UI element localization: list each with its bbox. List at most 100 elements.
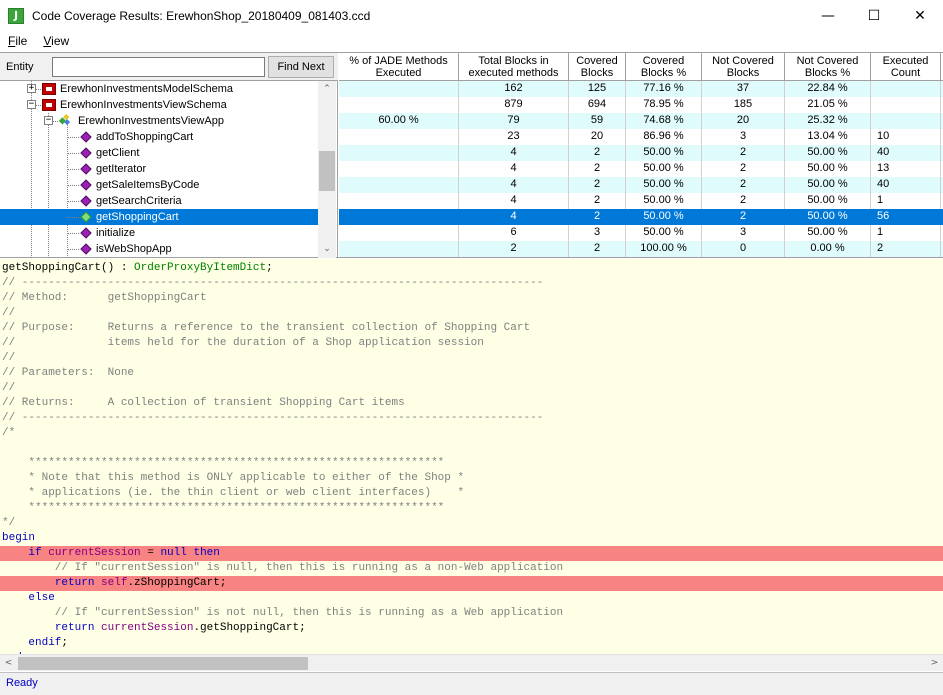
code-token: * applications (ie. the thin client or w…	[2, 487, 465, 499]
method-source-code-pane[interactable]: getShoppingCart() : OrderProxyByItemDict…	[0, 259, 943, 654]
tree-connector	[67, 169, 79, 170]
header-line: Not Covered	[796, 55, 859, 67]
tree-item-method[interactable]: getSaleItemsByCode	[0, 177, 318, 193]
scroll-right-arrow-icon[interactable]: >	[926, 655, 943, 672]
tree-item-label: addToShoppingCart	[96, 131, 194, 143]
grid-row[interactable]: 879 694 78.95 % 185 21.05 %	[339, 97, 943, 113]
expand-icon[interactable]: +	[27, 84, 36, 93]
grid-row[interactable]: 60.00 % 79 59 74.68 % 20 25.32 %	[339, 113, 943, 129]
scroll-down-arrow-icon[interactable]: ⌄	[318, 241, 336, 258]
code-token: .getShoppingCart;	[193, 622, 306, 634]
scrollbar-thumb[interactable]	[18, 657, 308, 670]
menu-view-label: iew	[51, 34, 70, 48]
grid-row[interactable]: 4 2 50.00 % 2 50.00 % 1	[339, 193, 943, 209]
entity-tree[interactable]: + ErewhonInvestmentsModelSchema − Erewho…	[0, 81, 318, 258]
code-line: /*	[0, 426, 943, 441]
code-token: // Returns: A collection of transient Sh…	[2, 397, 405, 409]
grid-cell-covered: 2	[569, 161, 626, 177]
tree-item-label: getSearchCriteria	[96, 195, 182, 207]
find-next-button[interactable]: Find Next	[268, 56, 334, 78]
grid-cell-covered-pct: 100.00 %	[626, 241, 702, 257]
header-line: Blocks %	[804, 67, 851, 79]
tree-vertical-scrollbar[interactable]: ⌃ ⌄	[318, 81, 336, 258]
grid-row[interactable]: 4 2 50.00 % 2 50.00 % 13	[339, 161, 943, 177]
grid-cell-total: 23	[459, 129, 569, 145]
grid-cell-pct-methods	[339, 145, 459, 161]
coverage-grid[interactable]: % of JADE Methods Executed Total Blocks i…	[339, 53, 943, 258]
menu-file[interactable]: File	[0, 34, 35, 48]
grid-cell-pct-methods	[339, 225, 459, 241]
tree-item-method[interactable]: addToShoppingCart	[0, 129, 318, 145]
grid-row[interactable]: 4 2 50.00 % 2 50.00 % 40	[339, 145, 943, 161]
method-icon	[80, 163, 92, 175]
tree-item-method[interactable]: getSearchCriteria	[0, 193, 318, 209]
grid-row-selected[interactable]: 4 2 50.00 % 2 50.00 % 56	[339, 209, 943, 225]
tree-item-erewhon-investments-view-app[interactable]: − ErewhonInvestmentsViewApp	[0, 113, 318, 129]
code-horizontal-scrollbar[interactable]: < >	[0, 654, 943, 671]
grid-row[interactable]: 4 2 50.00 % 2 50.00 % 40	[339, 177, 943, 193]
collapse-icon[interactable]: −	[27, 100, 36, 109]
code-token: currentSession	[48, 547, 141, 559]
grid-cell-not-covered-pct: 13.04 %	[785, 129, 871, 145]
grid-cell-count: 1	[871, 225, 941, 241]
tree-item-erewhon-investments-model-schema[interactable]: + ErewhonInvestmentsModelSchema	[0, 81, 318, 97]
entity-label: Entity	[6, 61, 34, 73]
tree-item-label: getShoppingCart	[96, 211, 179, 223]
scrollbar-thumb[interactable]	[319, 151, 335, 191]
grid-cell-count: 13	[871, 161, 941, 177]
entity-search-input[interactable]	[52, 57, 265, 77]
header-executed-count[interactable]: Executed Count	[871, 53, 941, 81]
grid-row[interactable]: 162 125 77.16 % 37 22.84 %	[339, 81, 943, 97]
scroll-up-arrow-icon[interactable]: ⌃	[318, 81, 336, 98]
tree-item-method[interactable]: getIterator	[0, 161, 318, 177]
tree-item-method[interactable]: isWebShopApp	[0, 241, 318, 257]
header-not-covered-blocks-pct[interactable]: Not Covered Blocks %	[785, 53, 871, 81]
grid-cell-not-covered-pct: 25.32 %	[785, 113, 871, 129]
code-token: else	[28, 592, 55, 604]
grid-row[interactable]: 6 3 50.00 % 3 50.00 % 1	[339, 225, 943, 241]
code-token: .zShoppingCart;	[127, 577, 227, 589]
scroll-left-arrow-icon[interactable]: <	[0, 655, 17, 672]
grid-cell-count	[871, 97, 941, 113]
tree-item-method-selected[interactable]: getShoppingCart	[0, 209, 318, 225]
grid-cell-count: 40	[871, 145, 941, 161]
collapse-icon[interactable]: −	[44, 116, 53, 125]
code-line: // If "currentSession" is not null, then…	[0, 606, 943, 621]
header-line: executed methods	[468, 67, 559, 79]
grid-cell-total: 4	[459, 177, 569, 193]
code-token: //	[2, 382, 16, 394]
grid-cell-covered: 694	[569, 97, 626, 113]
header-covered-blocks-pct[interactable]: Covered Blocks %	[626, 53, 702, 81]
grid-row[interactable]: 23 20 86.96 % 3 13.04 % 10	[339, 129, 943, 145]
header-not-covered-blocks[interactable]: Not Covered Blocks	[702, 53, 785, 81]
header-pct-jade-methods[interactable]: % of JADE Methods Executed	[339, 53, 459, 81]
tree-item-method[interactable]: initialize	[0, 225, 318, 241]
header-line: Not Covered	[712, 55, 774, 67]
code-token: // Method: getShoppingCart	[2, 292, 207, 304]
maximize-button[interactable]: ☐	[851, 0, 897, 31]
header-total-blocks[interactable]: Total Blocks in executed methods	[459, 53, 569, 81]
minimize-button[interactable]: —	[805, 0, 851, 31]
tree-item-method[interactable]: getClient	[0, 145, 318, 161]
code-token: ;	[61, 637, 69, 649]
tree-item-label: ErewhonInvestmentsModelSchema	[60, 83, 234, 95]
grid-cell-covered-pct: 77.16 %	[626, 81, 702, 97]
code-token: */	[2, 517, 16, 529]
header-covered-blocks[interactable]: Covered Blocks	[569, 53, 626, 81]
grid-cell-not-covered: 2	[702, 161, 785, 177]
tree-item-label: getSaleItemsByCode	[96, 179, 200, 191]
coverage-results-panel: Entity Find Next + ErewhonInvestmentsMod…	[0, 52, 943, 258]
tree-connector	[67, 233, 79, 234]
header-line: Total Blocks in	[478, 55, 549, 67]
grid-cell-total: 2	[459, 241, 569, 257]
tree-item-erewhon-investments-view-schema[interactable]: − ErewhonInvestmentsViewSchema	[0, 97, 318, 113]
grid-row[interactable]: 2 2 100.00 % 0 0.00 % 2	[339, 241, 943, 257]
code-token: // items held for the duration of a Shop…	[2, 337, 484, 349]
code-line: // Returns: A collection of transient Sh…	[0, 396, 943, 411]
menu-view[interactable]: View	[35, 34, 77, 48]
code-line-uncovered: if currentSession = null then	[0, 546, 943, 561]
close-button[interactable]: ✕	[897, 0, 943, 31]
menu-file-label: ile	[15, 34, 28, 48]
